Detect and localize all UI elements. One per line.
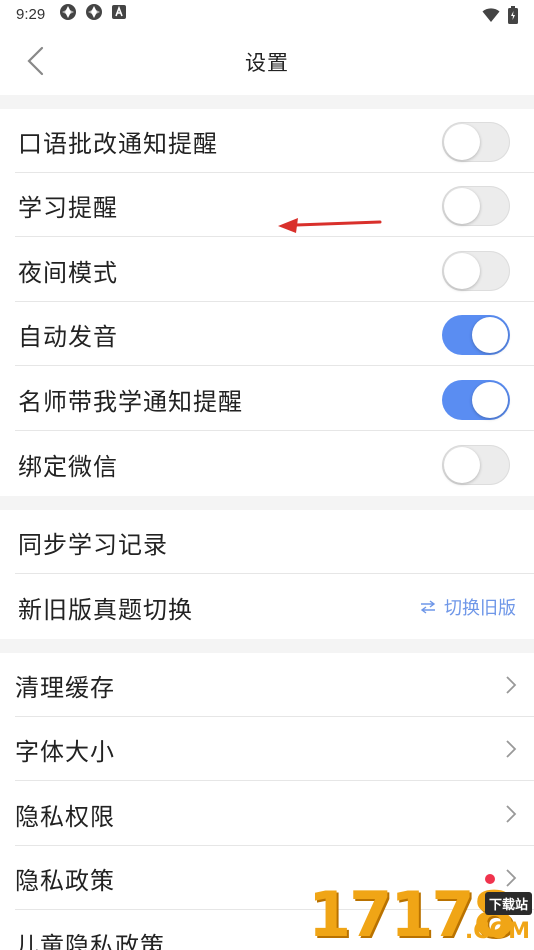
bind-wechat-toggle[interactable] [442, 445, 510, 485]
watermark-logo: 17178 下载站 .COM [308, 878, 534, 950]
row-label: 隐私政策 [15, 866, 115, 895]
status-indicators [482, 6, 518, 28]
settings-row-teacher-notify: 名师带我学通知提醒 [0, 367, 534, 431]
row-label: 隐私权限 [15, 802, 115, 831]
chevron-right-icon [506, 676, 517, 694]
page-title: 设置 [245, 50, 289, 75]
row-label: 名师带我学通知提醒 [18, 387, 243, 416]
section-gap [0, 95, 534, 109]
app-notification-icon [59, 3, 77, 25]
speaking-notify-toggle[interactable] [442, 122, 510, 162]
row-divider [15, 573, 534, 574]
settings-row-study-reminder: 学习提醒 [0, 173, 534, 237]
switch-old-version-button[interactable]: 切换旧版 [420, 594, 516, 620]
settings-row-version-switch: 新旧版真题切换 切换旧版 [0, 575, 534, 639]
wifi-icon [482, 7, 500, 27]
toggle-knob [444, 253, 480, 289]
settings-row-font-size[interactable]: 字体大小 [0, 717, 534, 781]
battery-icon [508, 6, 518, 28]
annotation-arrow-icon [278, 218, 382, 233]
row-divider [15, 365, 534, 366]
row-label: 口语批改通知提醒 [18, 129, 218, 158]
row-divider [15, 780, 534, 781]
chevron-right-icon [506, 805, 517, 823]
row-label: 新旧版真题切换 [18, 595, 193, 624]
toggle-knob [472, 382, 508, 418]
section-gap [0, 639, 534, 653]
row-divider [15, 430, 534, 431]
row-label: 绑定微信 [18, 452, 118, 481]
settings-row-privacy-permissions[interactable]: 隐私权限 [0, 782, 534, 846]
row-label: 自动发音 [18, 322, 118, 351]
settings-row-auto-pronounce: 自动发音 [0, 302, 534, 366]
toggle-knob [444, 188, 480, 224]
status-bar: 9:29 [0, 0, 534, 28]
app-notification-icon [85, 3, 103, 25]
night-mode-toggle[interactable] [442, 251, 510, 291]
keyboard-a-icon [111, 4, 127, 24]
row-label: 同步学习记录 [18, 530, 168, 559]
row-label: 儿童隐私政策 [15, 931, 165, 950]
toggle-knob [444, 447, 480, 483]
settings-row-bind-wechat: 绑定微信 [0, 432, 534, 496]
watermark-suffix: .COM [464, 919, 530, 944]
section-gap [0, 496, 534, 510]
row-label: 清理缓存 [15, 673, 115, 702]
status-time: 9:29 [16, 5, 46, 23]
settings-row-speaking-notify: 口语批改通知提醒 [0, 109, 534, 173]
settings-row-sync-records[interactable]: 同步学习记录 [0, 510, 534, 574]
row-label: 字体大小 [15, 737, 115, 766]
back-button[interactable] [22, 44, 52, 78]
auto-pronounce-toggle[interactable] [442, 315, 510, 355]
settings-row-night-mode: 夜间模式 [0, 238, 534, 302]
row-divider [15, 236, 534, 237]
teacher-notify-toggle[interactable] [442, 380, 510, 420]
chevron-left-icon [27, 46, 44, 76]
study-reminder-toggle[interactable] [442, 186, 510, 226]
toggle-knob [472, 317, 508, 353]
chevron-right-icon [506, 740, 517, 758]
row-label: 学习提醒 [18, 193, 118, 222]
row-label: 夜间模式 [18, 258, 118, 287]
settings-row-clear-cache[interactable]: 清理缓存 [0, 653, 534, 717]
watermark-badge: 下载站 [484, 892, 532, 915]
swap-arrows-icon [420, 600, 436, 614]
top-bar: 设置 [0, 28, 534, 95]
switch-old-version-label: 切换旧版 [444, 598, 516, 619]
toggle-knob [444, 124, 480, 160]
